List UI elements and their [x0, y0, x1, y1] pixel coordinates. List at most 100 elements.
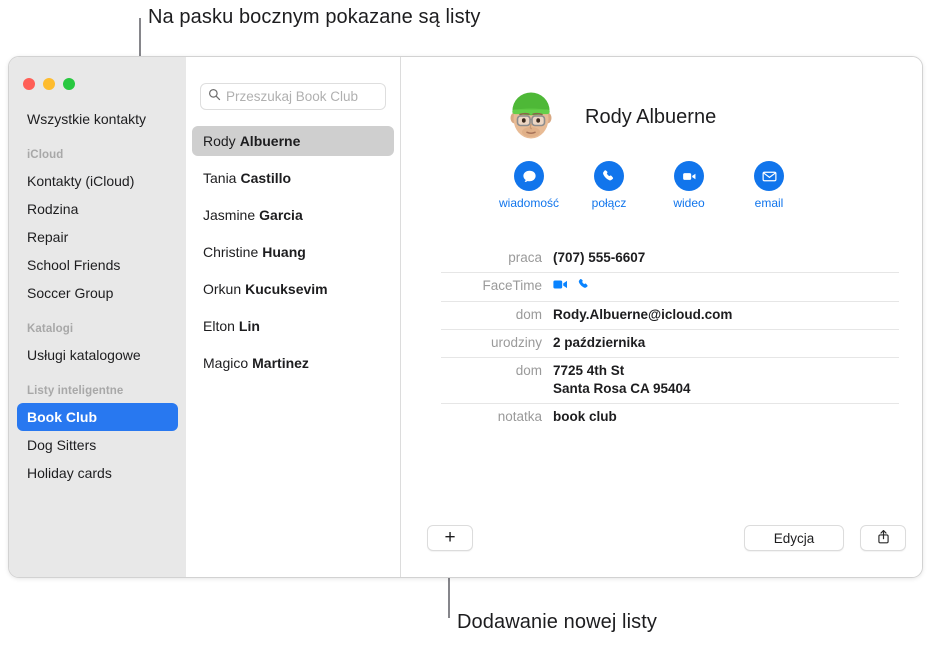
contact-last-name: Albuerne [239, 133, 301, 149]
sidebar-header-icloud: iCloud [27, 149, 64, 161]
action-label: połącz [591, 196, 627, 210]
contact-action-buttons: wiadomość połącz wideo email [401, 161, 922, 210]
contact-detail-panel: Rody Albuerne wiadomość połącz wideo ema… [401, 57, 922, 577]
sidebar-item-label: School Friends [27, 257, 121, 273]
sidebar-item-label: Holiday cards [27, 465, 112, 481]
sidebar-item-label: Dog Sitters [27, 437, 97, 453]
sidebar-item-kontakty-icloud[interactable]: Kontakty (iCloud) [17, 167, 178, 195]
contact-list-item-tania-castillo[interactable]: Tania Castillo [192, 163, 394, 193]
address-line-2: Santa Rosa CA 95404 [553, 381, 691, 396]
share-button[interactable] [860, 525, 906, 551]
field-value-icons [553, 277, 591, 296]
plus-icon: + [444, 527, 456, 548]
phone-icon[interactable] [577, 277, 591, 296]
contact-first-name: Tania [203, 170, 237, 186]
add-list-button[interactable]: + [427, 525, 473, 551]
action-label: wideo [673, 196, 705, 210]
field-row-notatka[interactable]: notatka book club [441, 404, 899, 431]
sidebar-item-holiday-cards[interactable]: Holiday cards [17, 459, 178, 487]
field-row-facetime[interactable]: FaceTime [441, 273, 899, 302]
sidebar-item-label: Repair [27, 229, 69, 245]
sidebar-item-book-club[interactable]: Book Club [17, 403, 178, 431]
search-field[interactable] [200, 83, 386, 110]
sidebar-item-soccer-group[interactable]: Soccer Group [17, 279, 178, 307]
sidebar-header-listy-inteligentne: Listy inteligentne [27, 385, 124, 397]
callout-top-text: Na pasku bocznym pokazane są listy [148, 6, 481, 28]
action-email-button[interactable]: email [748, 161, 790, 210]
action-label: email [754, 196, 784, 210]
field-value: (707) 555-6607 [553, 250, 646, 265]
sidebar-item-uslugi-katalogowe[interactable]: Usługi katalogowe [17, 341, 178, 369]
field-row-dom-address[interactable]: dom 7725 4th St Santa Rosa CA 95404 [441, 358, 899, 404]
edit-button-label: Edycja [773, 530, 815, 546]
contact-last-name: Castillo [240, 170, 292, 186]
field-value-address: 7725 4th St Santa Rosa CA 95404 [553, 362, 691, 398]
sidebar-item-label: Book Club [27, 409, 97, 425]
sidebar: Wszystkie kontakty iCloud Kontakty (iClo… [9, 57, 186, 577]
contact-list-item-rody-albuerne[interactable]: Rody Albuerne [192, 126, 394, 156]
envelope-icon [754, 161, 784, 191]
field-label: notatka [497, 409, 542, 424]
contact-list-item-jasmine-garcia[interactable]: Jasmine Garcia [192, 200, 394, 230]
window-controls [9, 69, 186, 95]
action-video-button[interactable]: wideo [668, 161, 710, 210]
search-icon [208, 88, 226, 106]
contact-first-name: Magico [203, 355, 249, 371]
memoji-avatar[interactable] [501, 87, 561, 147]
contact-header: Rody Albuerne [401, 81, 922, 153]
contact-fields: praca (707) 555-6607 FaceTime dom Rody.A… [441, 245, 899, 431]
contact-last-name: Kucuksevim [245, 281, 328, 297]
field-label: FaceTime [482, 278, 542, 293]
contact-first-name: Christine [203, 244, 259, 260]
sidebar-item-label: Rodzina [27, 201, 79, 217]
sidebar-header-katalogi: Katalogi [27, 323, 74, 335]
video-icon[interactable] [553, 278, 569, 296]
field-row-urodziny[interactable]: urodziny 2 października [441, 330, 899, 358]
zoom-button[interactable] [63, 78, 75, 90]
contact-name: Rody Albuerne [585, 105, 717, 128]
contact-first-name: Elton [203, 318, 235, 334]
contacts-window: Wszystkie kontakty iCloud Kontakty (iClo… [8, 56, 923, 578]
field-value: 2 października [553, 335, 646, 350]
minimize-button[interactable] [43, 78, 55, 90]
contact-last-name: Huang [262, 244, 306, 260]
callout-bottom-text: Dodawanie nowej listy [457, 611, 657, 633]
edit-button[interactable]: Edycja [744, 525, 844, 551]
sidebar-item-rodzina[interactable]: Rodzina [17, 195, 178, 223]
contact-first-name: Jasmine [203, 207, 256, 223]
sidebar-item-all-contacts[interactable]: Wszystkie kontakty [17, 105, 178, 133]
address-line-1: 7725 4th St [553, 363, 625, 378]
phone-icon [594, 161, 624, 191]
contact-list-item-orkun-kucuksevim[interactable]: Orkun Kucuksevim [192, 274, 394, 304]
close-button[interactable] [23, 78, 35, 90]
video-icon [674, 161, 704, 191]
field-row-dom-email[interactable]: dom Rody.Albuerne@icloud.com [441, 302, 899, 330]
screenshot-root: Na pasku bocznym pokazane są listy Dodaw… [0, 0, 928, 646]
contact-list-item-christine-huang[interactable]: Christine Huang [192, 237, 394, 267]
action-message-button[interactable]: wiadomość [499, 161, 559, 210]
contact-list-panel: Rody Albuerne Tania Castillo Jasmine Gar… [186, 57, 401, 577]
contact-last-name: Martinez [252, 355, 309, 371]
field-row-praca[interactable]: praca (707) 555-6607 [441, 245, 899, 273]
contact-list-item-magico-martinez[interactable]: Magico Martinez [192, 348, 394, 378]
action-call-button[interactable]: połącz [588, 161, 630, 210]
field-label: dom [515, 307, 542, 322]
sidebar-item-dog-sitters[interactable]: Dog Sitters [17, 431, 178, 459]
sidebar-item-label: Kontakty (iCloud) [27, 173, 135, 189]
share-icon [876, 529, 891, 548]
search-input[interactable] [226, 89, 378, 104]
sidebar-item-school-friends[interactable]: School Friends [17, 251, 178, 279]
field-label: dom [515, 363, 542, 378]
sidebar-item-label: Usługi katalogowe [27, 347, 141, 363]
sidebar-item-repair[interactable]: Repair [17, 223, 178, 251]
contact-last-name: Garcia [259, 207, 303, 223]
field-value: Rody.Albuerne@icloud.com [553, 307, 733, 322]
detail-toolbar: + Edycja [401, 515, 922, 577]
field-label: urodziny [490, 335, 542, 350]
field-label: praca [508, 250, 542, 265]
contact-last-name: Lin [238, 318, 260, 334]
action-label: wiadomość [498, 196, 560, 210]
contact-list-item-elton-lin[interactable]: Elton Lin [192, 311, 394, 341]
contact-first-name: Orkun [203, 281, 242, 297]
sidebar-item-label: Wszystkie kontakty [27, 111, 147, 127]
